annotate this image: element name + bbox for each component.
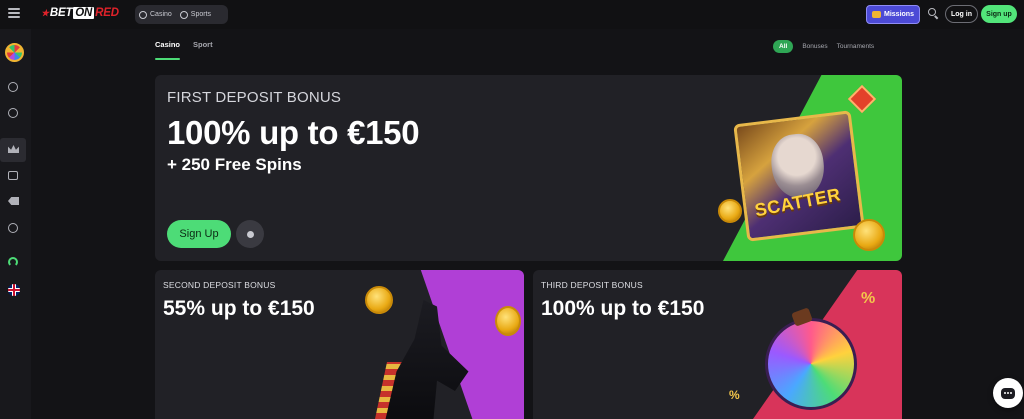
missions-label: Missions	[884, 11, 914, 18]
coin-icon	[365, 286, 393, 314]
percent-icon: %	[729, 388, 740, 402]
coin-icon	[853, 219, 885, 251]
filter-tournaments[interactable]: Tournaments	[837, 43, 875, 50]
filter-all[interactable]: All	[773, 40, 794, 53]
sports-ball-icon	[179, 10, 188, 19]
card-eyebrow: THIRD DEPOSIT BONUS	[541, 280, 643, 290]
filter-bonuses[interactable]: Bonuses	[802, 43, 827, 50]
banner-signup-button[interactable]: Sign Up	[167, 220, 231, 248]
logo[interactable]: ★ BET ON RED	[41, 7, 119, 19]
sports-ball-icon[interactable]	[8, 108, 20, 120]
banner-subtitle: + 250 Free Spins	[167, 155, 302, 174]
banner-title: 100% up to €150	[167, 114, 420, 151]
nav-casino[interactable]: Casino	[139, 10, 172, 19]
scatter-symbol-image: SCATTER	[733, 110, 865, 242]
coin-icon	[718, 199, 742, 223]
first-deposit-banner: FIRST DEPOSIT BONUS 100% up to €150 + 25…	[155, 75, 902, 261]
second-deposit-card[interactable]: SECOND DEPOSIT BONUS 55% up to €150	[155, 270, 524, 419]
tag-icon[interactable]	[8, 197, 20, 209]
coin-icon	[495, 306, 521, 336]
uk-flag-icon[interactable]	[8, 284, 20, 296]
main-tabs: Casino Sport	[155, 40, 213, 60]
top-bar: ★ BET ON RED Casino Sports Missions Log …	[0, 0, 1024, 29]
casino-icon[interactable]	[8, 82, 20, 94]
casino-icon	[139, 10, 147, 19]
sidebar	[0, 29, 31, 419]
card-eyebrow: SECOND DEPOSIT BONUS	[163, 280, 276, 290]
percent-icon: %	[861, 290, 876, 307]
nav-casino-label: Casino	[150, 11, 172, 18]
info-icon[interactable]	[236, 220, 264, 248]
headset-icon[interactable]	[8, 257, 20, 269]
live-icon[interactable]	[8, 223, 20, 235]
signup-button[interactable]: Sign up	[981, 5, 1017, 23]
tab-sport[interactable]: Sport	[193, 40, 213, 49]
trophy-icon[interactable]	[8, 171, 20, 183]
missions-button[interactable]: Missions	[866, 5, 920, 24]
gamepad-icon	[872, 11, 882, 18]
nav-sports[interactable]: Sports	[179, 10, 212, 19]
menu-icon[interactable]	[8, 8, 20, 18]
promo-filters: All Bonuses Tournaments	[773, 40, 874, 53]
card-title: 55% up to €150	[163, 297, 315, 320]
third-deposit-card[interactable]: THIRD DEPOSIT BONUS 100% up to €150 % %	[533, 270, 902, 419]
logo-text-bet: BET	[49, 7, 73, 19]
product-switcher: Casino Sports	[135, 5, 228, 24]
chat-icon[interactable]	[993, 378, 1023, 408]
card-title: 100% up to €150	[541, 297, 705, 320]
wheel-icon[interactable]	[5, 43, 24, 62]
nav-sports-label: Sports	[190, 11, 212, 18]
logo-text-red: RED	[95, 7, 119, 19]
bomb-image	[765, 318, 857, 410]
login-button[interactable]: Log in	[945, 5, 978, 23]
banner-eyebrow: FIRST DEPOSIT BONUS	[167, 89, 342, 106]
crown-icon[interactable]	[8, 145, 20, 157]
star-icon: ★	[41, 7, 49, 18]
search-icon[interactable]	[928, 8, 939, 20]
logo-text-on: ON	[73, 7, 95, 19]
tab-casino[interactable]: Casino	[155, 40, 181, 60]
